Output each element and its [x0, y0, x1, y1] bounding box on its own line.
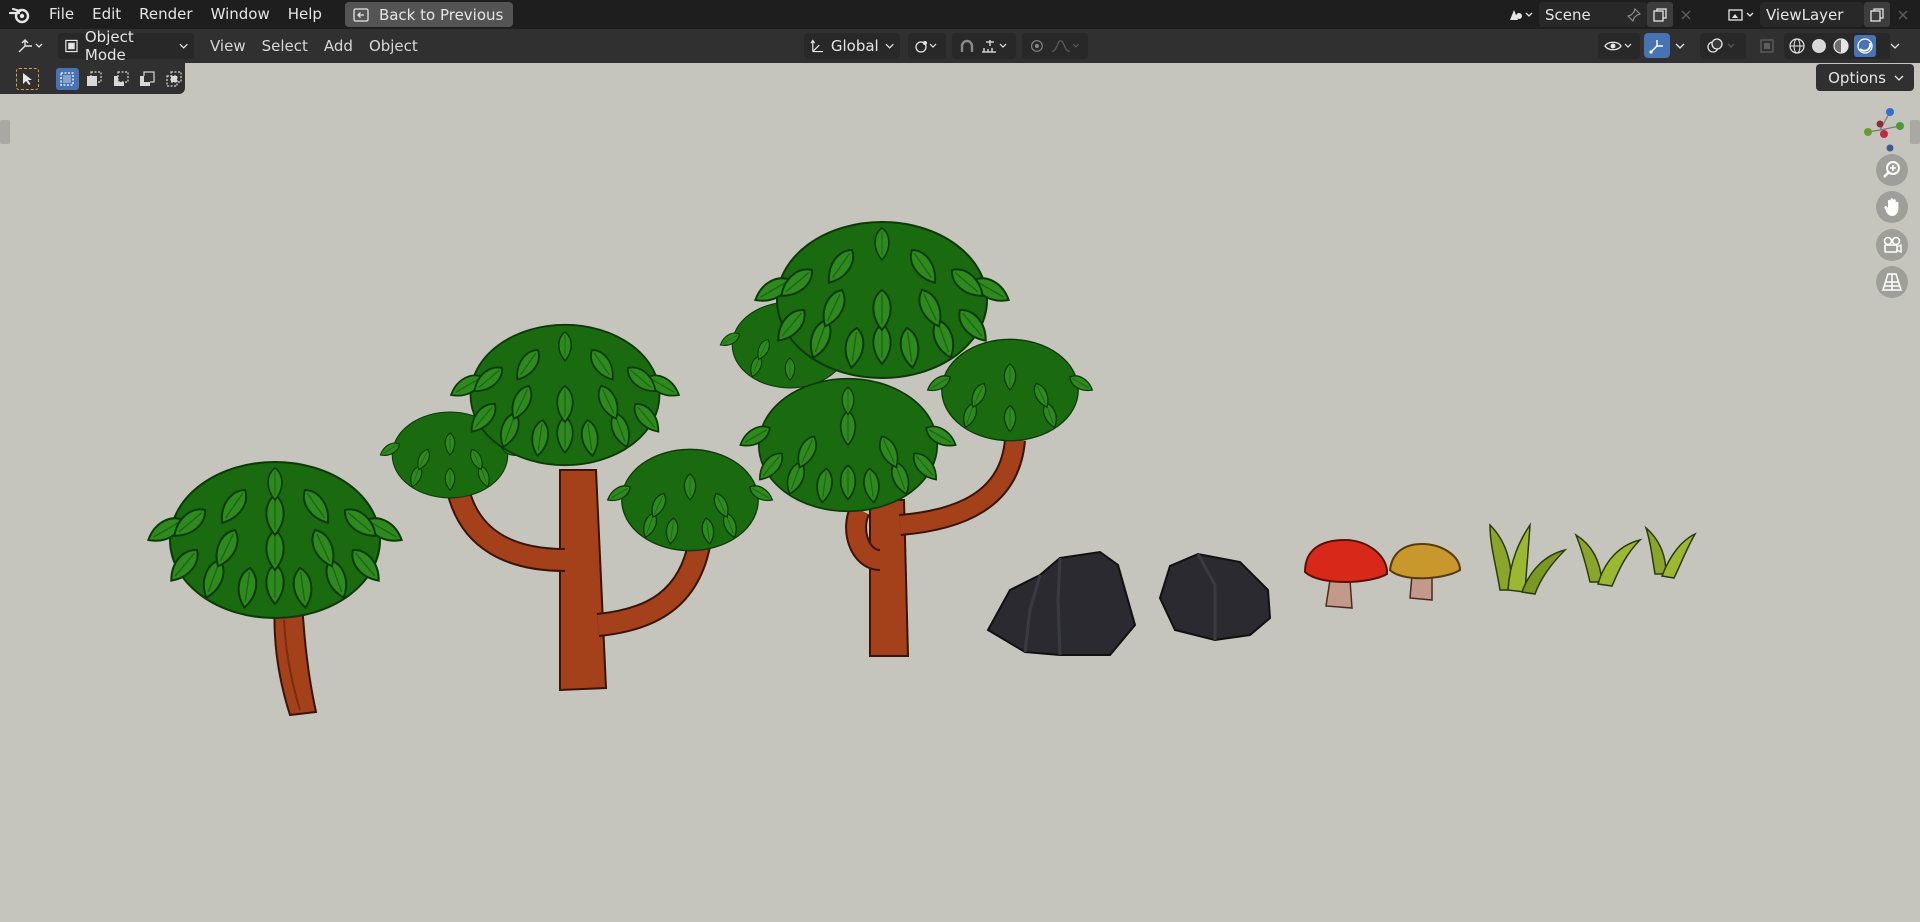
gizmo-dropdown[interactable] [1670, 33, 1690, 58]
axes-editor-icon [18, 39, 43, 53]
menu-object[interactable]: Object [361, 33, 426, 59]
visibility-dropdown[interactable] [1598, 33, 1640, 59]
chevron-down-icon [1890, 43, 1900, 49]
render-layers-icon [1728, 8, 1754, 21]
menu-window[interactable]: Window [202, 0, 279, 29]
mode-label: Object Mode [84, 28, 134, 64]
top-menu-bar: File Edit Render Window Help Back to Pre… [0, 0, 1920, 29]
overlays-icon [1707, 38, 1735, 53]
duplicate-icon [1870, 7, 1884, 22]
view-layer-name: ViewLayer [1766, 5, 1844, 24]
rendered-shading-icon [1857, 38, 1873, 54]
chevron-down-icon [179, 43, 188, 49]
viewport-3d[interactable] [0, 63, 1920, 922]
xray-toggle-button[interactable] [1754, 33, 1780, 58]
delete-view-layer-button[interactable] [1890, 2, 1916, 27]
gizmo-toggle-button[interactable] [1644, 33, 1670, 58]
duplicate-icon [1653, 7, 1667, 22]
magnet-icon [960, 39, 974, 52]
pivot-point-dropdown[interactable] [908, 33, 946, 59]
gizmo-icon [1649, 39, 1663, 54]
orientation-label: Global [830, 37, 879, 55]
transform-orientation-dropdown[interactable]: Global [804, 33, 900, 59]
eye-icon [1604, 41, 1632, 51]
scene-browse-button[interactable] [1501, 2, 1539, 27]
mushroom-red[interactable] [1303, 538, 1389, 609]
snap-increment-icon [982, 40, 1007, 53]
close-icon [1898, 10, 1908, 19]
editor-type-dropdown[interactable] [10, 33, 52, 59]
falloff-icon [1051, 40, 1079, 52]
pin-icon[interactable] [1627, 7, 1641, 22]
menu-render[interactable]: Render [130, 0, 201, 29]
solid-shading-icon[interactable] [1810, 37, 1828, 55]
scene-icon [1510, 9, 1533, 20]
overlays-dropdown[interactable] [1700, 33, 1746, 59]
object-mode-icon [65, 39, 78, 53]
menu-help[interactable]: Help [279, 0, 331, 29]
rendered-shading-button[interactable] [1854, 35, 1876, 57]
view-layer-field[interactable]: ViewLayer [1760, 2, 1864, 27]
chevron-down-icon [1675, 43, 1685, 49]
mushroom-yellow[interactable] [1388, 542, 1462, 601]
back-to-previous-button[interactable]: Back to Previous [344, 2, 514, 27]
small-tree[interactable] [143, 461, 407, 717]
view-layer-browse-button[interactable] [1722, 2, 1760, 27]
shading-options-dropdown[interactable] [1884, 33, 1906, 58]
menu-file[interactable]: File [40, 0, 83, 29]
xray-icon [1760, 38, 1774, 53]
view-layer-selector: ViewLayer [1722, 2, 1916, 27]
back-label: Back to Previous [378, 5, 504, 24]
mode-dropdown[interactable]: Object Mode [58, 28, 194, 64]
menu-select[interactable]: Select [254, 33, 316, 59]
new-scene-button[interactable] [1647, 2, 1673, 27]
snapping-group[interactable] [952, 33, 1016, 59]
proportional-editing-group[interactable] [1022, 33, 1088, 59]
grass-3[interactable] [1644, 525, 1697, 579]
delete-scene-button[interactable] [1673, 2, 1699, 27]
grass-1[interactable] [1489, 522, 1568, 595]
close-icon [1681, 10, 1691, 19]
scene-name: Scene [1545, 5, 1591, 24]
medium-tree[interactable] [377, 323, 776, 692]
menu-add[interactable]: Add [316, 33, 361, 59]
scene-selector: Scene [1501, 2, 1699, 27]
orientation-global-icon [810, 39, 824, 53]
shading-mode-group[interactable] [1784, 33, 1890, 59]
blender-logo-icon[interactable] [0, 0, 40, 29]
rock-small[interactable] [1158, 552, 1272, 642]
pivot-icon [915, 41, 937, 53]
chevron-down-icon [885, 43, 894, 49]
rock-large[interactable] [986, 550, 1137, 656]
scene-name-field[interactable]: Scene [1539, 2, 1647, 27]
wireframe-shading-icon[interactable] [1788, 37, 1806, 55]
menu-edit[interactable]: Edit [83, 0, 130, 29]
viewport-header: Object Mode View Select Add Object Globa… [0, 28, 1920, 64]
new-view-layer-button[interactable] [1864, 2, 1890, 27]
menu-view[interactable]: View [202, 33, 254, 59]
grass-2[interactable] [1574, 533, 1643, 587]
back-icon [353, 7, 369, 22]
material-shading-icon[interactable] [1832, 37, 1850, 55]
proportional-edit-icon [1031, 40, 1043, 52]
